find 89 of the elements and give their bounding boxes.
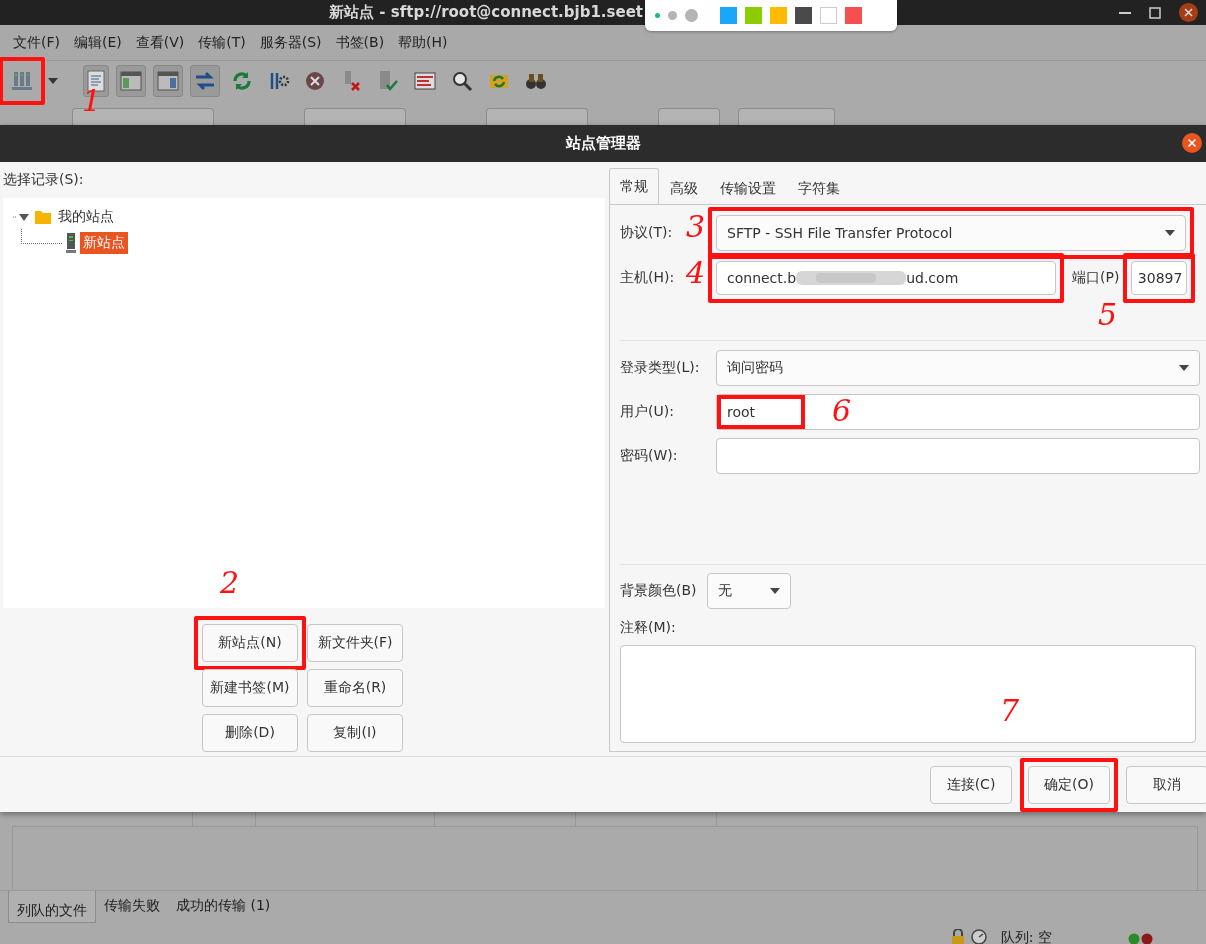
annotation-number: 4 — [686, 258, 706, 288]
list-filter-icon — [414, 71, 436, 91]
host-field[interactable]: connect.b ud.com — [716, 261, 1056, 295]
color-dropdown[interactable]: 无 — [707, 573, 791, 609]
quickconnect-field[interactable] — [304, 108, 406, 125]
minimize-icon[interactable] — [1119, 11, 1131, 14]
annotation-number: 7 — [1000, 696, 1020, 726]
color-swatch[interactable] — [845, 7, 862, 24]
field-label: 注释(M): — [620, 619, 676, 637]
tab[interactable]: 列队的文件 — [8, 891, 96, 923]
window-title: 新站点 - sftp://root@connect.bjb1.seet — [328, 3, 643, 22]
annotation-number: 6 — [832, 396, 852, 426]
annotation-number: 1 — [82, 86, 102, 116]
pen-size-dot[interactable] — [655, 13, 660, 18]
color-swatch[interactable] — [720, 7, 737, 24]
pen-size-dot[interactable] — [685, 9, 698, 22]
tab[interactable]: 高级 — [659, 173, 709, 204]
quickconnect-field[interactable] — [658, 108, 720, 125]
annotation-number: 2 — [220, 568, 240, 598]
menu-item[interactable]: 查看(V) — [128, 33, 192, 52]
color-swatch[interactable] — [770, 7, 787, 24]
close-icon[interactable] — [1179, 3, 1198, 22]
pen-size-dot[interactable] — [668, 11, 677, 20]
queue-status: 队列: 空 — [1000, 929, 1052, 944]
dialog-button[interactable]: 新站点(N) — [202, 624, 298, 662]
tree-label: 选择记录(S): — [3, 171, 84, 189]
field-label: 用户(U): — [620, 403, 675, 421]
tab[interactable]: 常规 — [609, 168, 659, 204]
lock-icon — [950, 929, 965, 944]
field-label: 主机(H): — [620, 269, 675, 285]
menu-item[interactable]: 书签(B) — [328, 33, 392, 52]
annotation-number: 5 — [1098, 300, 1118, 330]
annotation-number: 3 — [686, 212, 706, 242]
caret-icon — [770, 588, 780, 594]
tab[interactable]: 字符集 — [787, 173, 851, 204]
dialog-button[interactable]: 删除(D) — [202, 714, 298, 752]
folder-icon — [35, 210, 51, 224]
server-rack-icon — [11, 70, 33, 92]
caret-icon — [1179, 365, 1189, 371]
field-label: 密码(W): — [620, 447, 679, 465]
port-field[interactable]: 30897 — [1131, 261, 1188, 295]
quickconnect-field[interactable] — [486, 108, 588, 125]
tab[interactable]: 传输设置 — [709, 173, 787, 204]
password-field[interactable] — [716, 438, 1200, 474]
server-check-icon — [377, 70, 399, 92]
dialog-button[interactable]: 新建书签(M) — [202, 669, 298, 707]
color-swatch[interactable] — [795, 7, 812, 24]
tree-item[interactable]: 新站点 — [80, 232, 128, 254]
dialog-button[interactable]: 确定(O) — [1028, 765, 1110, 804]
gauge-icon — [970, 929, 987, 944]
refresh-icon — [231, 70, 253, 92]
panel-layout-icon — [157, 71, 179, 91]
menu-item[interactable]: 编辑(E) — [67, 33, 129, 52]
field-label: 协议(T): — [620, 224, 673, 240]
quickconnect-button[interactable] — [738, 108, 835, 125]
menu-item[interactable]: 文件(F) — [6, 33, 67, 52]
protocol-dropdown[interactable]: SFTP - SSH File Transfer Protocol — [716, 215, 1186, 251]
menu-item[interactable]: 传输(T) — [191, 33, 253, 52]
menu-item[interactable]: 服务器(S) — [252, 33, 329, 52]
comments-field[interactable] — [620, 645, 1196, 743]
panel-layout-icon — [120, 71, 142, 91]
dialog-title: 站点管理器 — [565, 134, 641, 153]
expander-icon[interactable] — [13, 212, 31, 222]
magnifier-icon — [451, 70, 473, 92]
swap-arrows-icon — [194, 71, 216, 91]
logon-type-dropdown[interactable]: 询问密码 — [716, 350, 1200, 386]
tab[interactable]: 传输失败 — [96, 891, 168, 921]
dialog-button[interactable]: 重命名(R) — [307, 669, 403, 707]
cancel-icon — [305, 71, 325, 91]
dialog-button[interactable]: 新文件夹(F) — [307, 624, 403, 662]
close-icon[interactable] — [1182, 133, 1202, 153]
tree-item[interactable]: 我的站点 — [55, 206, 117, 228]
binoculars-icon — [525, 71, 547, 91]
color-swatch[interactable] — [745, 7, 762, 24]
sliders-gear-icon — [268, 70, 290, 92]
field-label: 背景颜色(B) — [620, 582, 698, 600]
caret-icon — [1165, 230, 1175, 236]
dialog-button[interactable]: 取消 — [1126, 765, 1206, 804]
caret-icon[interactable] — [48, 78, 58, 84]
color-swatch[interactable] — [820, 7, 837, 24]
dialog-button[interactable]: 连接(C) — [930, 765, 1012, 804]
maximize-icon[interactable] — [1149, 6, 1161, 19]
menu-item[interactable]: 帮助(H) — [391, 33, 455, 52]
field-label: 端口(P) — [1072, 269, 1120, 287]
server-icon — [66, 233, 76, 253]
dialog-button[interactable]: 复制(I) — [307, 714, 403, 752]
status-light-icon — [1128, 933, 1154, 944]
tab[interactable]: 成功的传输 (1) — [168, 891, 279, 921]
field-label: 登录类型(L): — [620, 359, 701, 377]
